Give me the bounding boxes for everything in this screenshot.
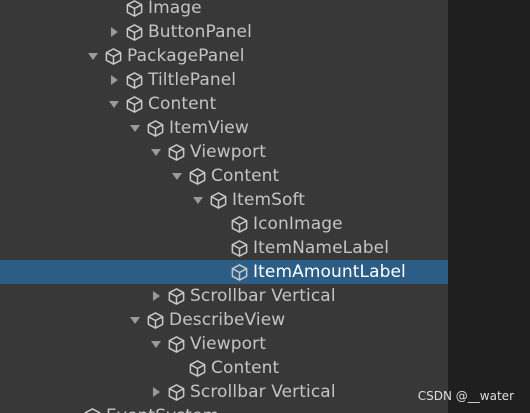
- arrow-spacer: [106, 0, 122, 16]
- hierarchy-item-label: ButtonPanel: [148, 22, 252, 42]
- hierarchy-item-label: ItemAmountLabel: [253, 262, 406, 282]
- hierarchy-item[interactable]: Viewport: [0, 332, 448, 356]
- triangle-down-icon[interactable]: [148, 144, 164, 160]
- cube-icon: [166, 142, 186, 162]
- hierarchy-item[interactable]: ItemSoft: [0, 188, 448, 212]
- hierarchy-item-label: IconImage: [253, 214, 343, 234]
- hierarchy-item[interactable]: IconImage: [0, 212, 448, 236]
- hierarchy-item-label: PackagePanel: [127, 46, 245, 66]
- cube-icon: [124, 94, 144, 114]
- cube-icon: [166, 382, 186, 402]
- cube-icon: [229, 238, 249, 258]
- cube-icon: [124, 70, 144, 90]
- hierarchy-item[interactable]: DescribeView: [0, 308, 448, 332]
- cube-icon: [124, 0, 144, 18]
- triangle-down-icon[interactable]: [148, 336, 164, 352]
- cube-icon: [124, 22, 144, 42]
- side-panel: [448, 0, 530, 413]
- arrow-spacer: [211, 264, 227, 280]
- hierarchy-item[interactable]: ItemView: [0, 116, 448, 140]
- watermark-text: CSDN @__water: [417, 389, 514, 403]
- hierarchy-item[interactable]: ItemAmountLabel: [0, 260, 448, 284]
- hierarchy-item-label: Content: [211, 166, 280, 186]
- triangle-down-icon[interactable]: [127, 312, 143, 328]
- cube-icon: [145, 118, 165, 138]
- triangle-right-icon[interactable]: [148, 288, 164, 304]
- cube-icon: [166, 286, 186, 306]
- hierarchy-item-label: Content: [211, 358, 280, 378]
- hierarchy-item[interactable]: Viewport: [0, 140, 448, 164]
- hierarchy-item-label: Viewport: [190, 142, 266, 162]
- arrow-spacer: [64, 408, 80, 413]
- triangle-right-icon[interactable]: [106, 24, 122, 40]
- hierarchy-item-label: DescribeView: [169, 310, 286, 330]
- hierarchy-item[interactable]: Content: [0, 356, 448, 380]
- hierarchy-panel: Image ButtonPanel PackagePanel TiltlePanel C…: [0, 0, 448, 413]
- arrow-spacer: [169, 360, 185, 376]
- cube-icon: [187, 358, 207, 378]
- cube-icon: [145, 310, 165, 330]
- arrow-spacer: [211, 240, 227, 256]
- cube-icon: [229, 214, 249, 234]
- hierarchy-item-label: EventSystem: [106, 406, 219, 413]
- cube-icon: [229, 262, 249, 282]
- triangle-down-icon[interactable]: [127, 120, 143, 136]
- hierarchy-item-label: Content: [148, 94, 217, 114]
- triangle-right-icon[interactable]: [106, 72, 122, 88]
- cube-icon: [208, 190, 228, 210]
- hierarchy-item[interactable]: PackagePanel: [0, 44, 448, 68]
- hierarchy-item-label: ItemSoft: [232, 190, 306, 210]
- hierarchy-item[interactable]: TiltlePanel: [0, 68, 448, 92]
- hierarchy-item-label: Viewport: [190, 334, 266, 354]
- cube-icon: [82, 406, 102, 413]
- triangle-down-icon[interactable]: [169, 168, 185, 184]
- cube-icon: [166, 334, 186, 354]
- triangle-right-icon[interactable]: [148, 384, 164, 400]
- triangle-down-icon[interactable]: [106, 96, 122, 112]
- hierarchy-item-label: Scrollbar Vertical: [190, 382, 336, 402]
- triangle-down-icon[interactable]: [85, 48, 101, 64]
- arrow-spacer: [211, 216, 227, 232]
- hierarchy-item[interactable]: ButtonPanel: [0, 20, 448, 44]
- hierarchy-item-label: TiltlePanel: [148, 70, 237, 90]
- hierarchy-item-label: ItemNameLabel: [253, 238, 390, 258]
- hierarchy-item[interactable]: ItemNameLabel: [0, 236, 448, 260]
- hierarchy-item[interactable]: Image: [0, 0, 448, 20]
- hierarchy-item[interactable]: Content: [0, 164, 448, 188]
- hierarchy-item-label: ItemView: [169, 118, 249, 138]
- triangle-down-icon[interactable]: [190, 192, 206, 208]
- hierarchy-item-label: Scrollbar Vertical: [190, 286, 336, 306]
- hierarchy-item[interactable]: Content: [0, 92, 448, 116]
- hierarchy-item[interactable]: Scrollbar Vertical: [0, 284, 448, 308]
- hierarchy-item[interactable]: Scrollbar Vertical: [0, 380, 448, 404]
- hierarchy-item-label: Image: [148, 0, 202, 18]
- cube-icon: [103, 46, 123, 66]
- cube-icon: [187, 166, 207, 186]
- hierarchy-item[interactable]: EventSystem: [0, 404, 448, 413]
